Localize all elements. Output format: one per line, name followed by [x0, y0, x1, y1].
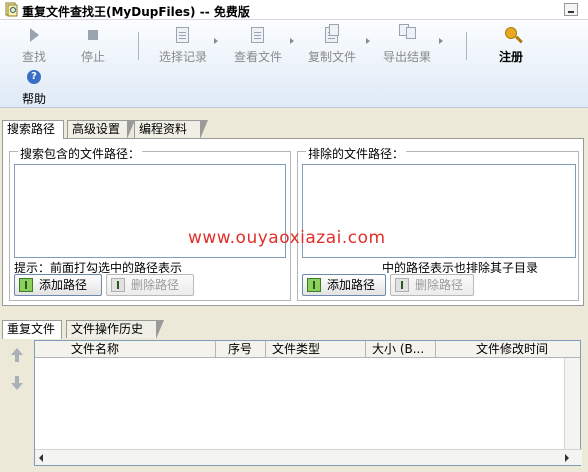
include-paths-title: 搜索包含的文件路径：	[18, 145, 143, 162]
export-icon	[397, 24, 417, 44]
key-icon	[501, 26, 521, 44]
tab-programming-info[interactable]: 编程资料	[134, 120, 208, 139]
tab-file-operation-history[interactable]: 文件操作历史	[66, 320, 164, 339]
toolbar-separator	[138, 32, 139, 60]
copy-file-label: 复制文件	[307, 50, 356, 64]
add-folder-icon	[19, 278, 33, 292]
help-label: 帮助	[21, 92, 46, 106]
add-folder-icon	[307, 278, 321, 292]
add-include-path-label: 添加路径	[39, 278, 88, 292]
register-label: 注册	[498, 50, 523, 64]
select-records-button[interactable]: 选择记录	[156, 26, 210, 66]
search-tabs: 搜索路径 高级设置 编程资料	[2, 120, 302, 139]
title-bar: 重复文件查找王(MyDupFiles) -- 免费版	[0, 0, 588, 20]
column-header-size[interactable]: 大小 (B...	[366, 341, 436, 357]
delete-folder-icon	[111, 278, 125, 292]
include-paths-group: 搜索包含的文件路径： 提示：前面打勾选中的路径表示 添加路径 删除路径	[9, 145, 291, 301]
window-title: 重复文件查找王(MyDupFiles) -- 免费版	[22, 5, 250, 19]
delete-folder-icon	[395, 278, 409, 292]
register-button[interactable]: 注册	[496, 26, 526, 66]
play-icon	[24, 26, 44, 44]
help-icon: ?	[24, 70, 44, 88]
export-results-dropdown[interactable]	[437, 26, 445, 66]
horizontal-scrollbar[interactable]	[35, 449, 582, 465]
tab-duplicate-files[interactable]: 重复文件	[2, 320, 62, 339]
reorder-column	[2, 340, 32, 466]
toolbar-separator	[466, 32, 467, 60]
export-results-label: 导出结果	[382, 50, 431, 64]
add-exclude-path-label: 添加路径	[327, 278, 376, 292]
results-table-header: 文件名称 序号 文件类型 大小 (B... 文件修改时间	[35, 341, 580, 358]
results-table[interactable]: 文件名称 序号 文件类型 大小 (B... 文件修改时间	[34, 340, 582, 466]
results-tabs: 重复文件 文件操作历史	[2, 320, 302, 339]
vertical-scrollbar[interactable]	[564, 358, 580, 450]
copy-file-button[interactable]: 复制文件	[305, 24, 359, 66]
watermark-text: www.ouyaoxiazai.com	[188, 228, 386, 248]
delete-include-path-label: 删除路径	[131, 278, 180, 292]
column-header-index[interactable]: 序号	[216, 341, 266, 357]
tab-advanced-settings[interactable]: 高级设置	[67, 120, 135, 139]
exclude-paths-hint: 中的路径表示也排除其子目录	[382, 261, 539, 273]
help-button[interactable]: ? 帮助	[20, 70, 48, 110]
delete-exclude-path-button[interactable]: 删除路径	[390, 274, 474, 296]
add-include-path-button[interactable]: 添加路径	[14, 274, 102, 296]
move-up-icon[interactable]	[11, 348, 23, 362]
copy-file-dropdown[interactable]	[364, 26, 372, 66]
column-header-file-type[interactable]: 文件类型	[266, 341, 366, 357]
search-button[interactable]: 查找	[18, 26, 50, 66]
export-results-button[interactable]: 导出结果	[380, 24, 434, 66]
minimize-button[interactable]	[564, 3, 578, 16]
app-icon	[5, 2, 18, 17]
select-records-label: 选择记录	[158, 50, 207, 64]
view-file-label: 查看文件	[233, 50, 282, 64]
delete-include-path-button[interactable]: 删除路径	[106, 274, 194, 296]
toolbar: 查找 停止 选择记录 查看文件 复制文件 导出结果 注册 ? 帮助	[0, 20, 588, 108]
stop-icon	[83, 26, 103, 44]
copy-file-icon	[322, 24, 342, 44]
delete-exclude-path-label: 删除路径	[415, 278, 464, 292]
view-file-button[interactable]: 查看文件	[231, 26, 285, 66]
exclude-paths-group: 排除的文件路径： 中的路径表示也排除其子目录 添加路径 删除路径	[297, 145, 579, 301]
tab-search-paths[interactable]: 搜索路径	[2, 120, 64, 139]
search-paths-panel: 搜索包含的文件路径： 提示：前面打勾选中的路径表示 添加路径 删除路径 排除的文…	[2, 138, 584, 306]
checklist-icon	[173, 26, 193, 44]
scroll-right-icon[interactable]	[565, 454, 569, 462]
stop-button[interactable]: 停止	[76, 26, 110, 66]
scroll-left-icon[interactable]	[39, 454, 43, 462]
column-header-modified-time[interactable]: 文件修改时间	[436, 341, 582, 357]
move-down-icon[interactable]	[11, 376, 23, 390]
add-exclude-path-button[interactable]: 添加路径	[302, 274, 386, 296]
stop-button-label: 停止	[80, 50, 105, 64]
view-file-dropdown[interactable]	[288, 26, 296, 66]
search-button-label: 查找	[21, 50, 46, 64]
include-paths-hint: 提示：前面打勾选中的路径表示	[14, 261, 183, 273]
view-file-icon	[248, 26, 268, 44]
exclude-paths-title: 排除的文件路径：	[306, 145, 407, 162]
select-records-dropdown[interactable]	[212, 26, 220, 66]
column-header-file-name[interactable]: 文件名称	[35, 341, 216, 357]
